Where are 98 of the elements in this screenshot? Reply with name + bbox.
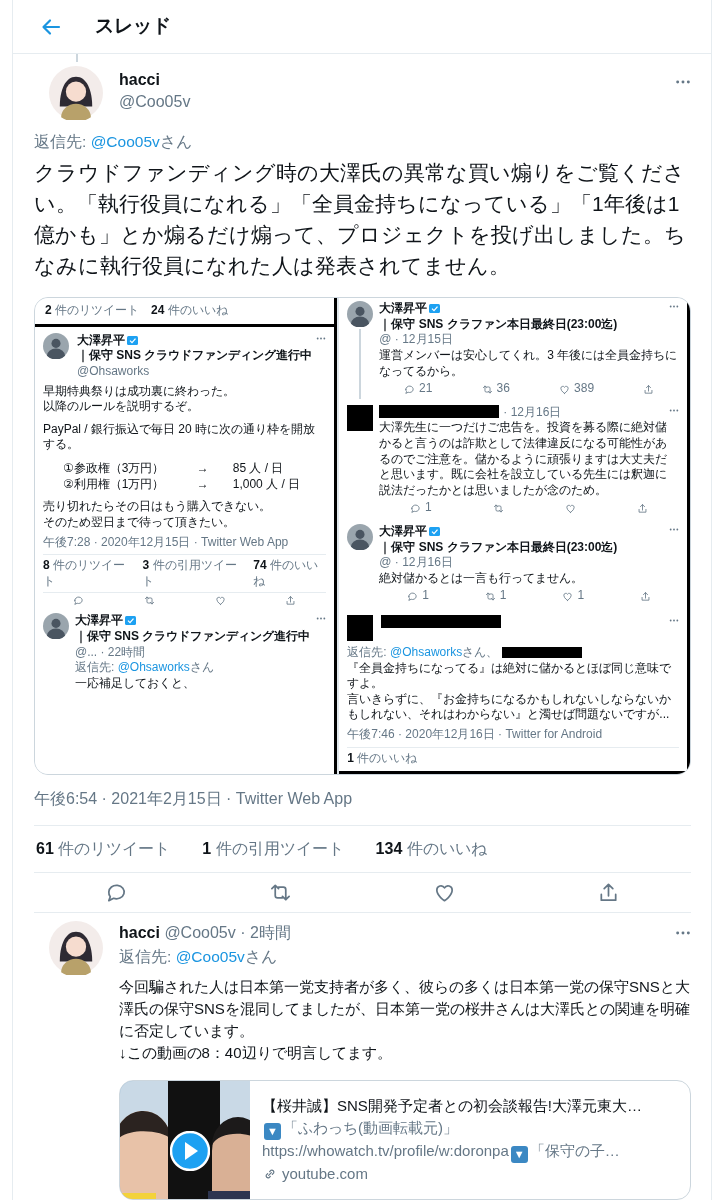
stat-text: 1 件の引用ツイート <box>202 839 344 860</box>
tweet-time: · 2時間 <box>240 924 291 942</box>
tweet-text-line: 売り切れたらその日はもう購入できない。 <box>43 499 272 515</box>
stat-text: 2 件のリツイート <box>45 303 140 319</box>
action-count: 36 <box>496 381 510 397</box>
author-handle: @Coo05v <box>164 924 236 942</box>
author-handle: @Coo05v <box>119 92 192 112</box>
avatar <box>49 921 103 976</box>
link-description: ▼ 「ふわっち(動画転載元)」 <box>262 1117 642 1141</box>
stat-text: 61 件のリツイート <box>36 839 171 860</box>
more-icon <box>316 335 327 341</box>
more-icon <box>669 304 679 310</box>
author-name: 大澤昇平 <box>77 332 125 347</box>
tweet-text-line: そのため翌日まで待って頂きたい。 <box>43 514 236 531</box>
tweet-text: 大澤先生に一つだけご忠告を。投資を募る際に絶対儲かると言うのは詐欺として法律違反になる可能性があるのでご注意を。儲かるように頑張りますは大丈夫だと思います。既に会社を設立している先生には釈迦に説法だったかとは思いましたが念のため。 <box>379 420 669 499</box>
reply-icon <box>403 383 415 395</box>
reply-icon <box>409 502 421 514</box>
author-handle: @Ohsaworks <box>77 364 151 380</box>
share-icon <box>643 383 655 395</box>
avatar <box>347 301 374 328</box>
tweet-text-line: 以降のルールを説明するぞ。 <box>43 399 200 415</box>
link-title: 【桜井誠】SNS開発予定者との初会談報告!大澤元東大… <box>262 1096 642 1117</box>
avatar <box>347 523 374 550</box>
action-count: 1 <box>499 588 507 604</box>
more-icon[interactable] <box>675 78 691 86</box>
tweet-text: 今回騙された人は日本第一党支持者が多く、彼らの多くは日本第一党の保守SNSと大澤氏の保守SNSを混同してましたが、日本第一党の桜井さんは大澤氏との関連を明確に否定しています。 ↓この動画の8：40辺りで明言してます。 <box>119 977 691 1064</box>
tweet-meta: @ · 12月15日 <box>379 332 453 349</box>
tweet-meta: @... · 22時間 <box>75 644 146 661</box>
stat-text: 1 件のいいね <box>347 750 418 767</box>
tweet-timestamp: 午後7:28 · 2020年12月15日 · Twitter Web App <box>43 534 290 551</box>
avatar <box>43 613 69 640</box>
heart-icon <box>214 595 226 607</box>
play-icon <box>170 1131 210 1172</box>
more-icon <box>669 526 679 532</box>
action-count: 1 <box>424 500 432 516</box>
tweet-text: 絶対儲かるとは一言も行ってません。 <box>379 570 585 587</box>
share-icon <box>640 590 651 602</box>
tweet-text-line: 早期特典祭りは成功裏に終わった。 <box>43 383 236 400</box>
heart-icon <box>562 590 574 602</box>
retweet-icon <box>143 595 155 607</box>
stat-text: 24 件のいいね <box>151 303 228 319</box>
redaction-block <box>347 614 374 641</box>
tweet-text: 運営メンバーは安心してくれ。3 年後には全員金持ちになってるから。 <box>379 348 679 380</box>
author-bio: ｜保守 SNS クラファン本日最終日(23:00迄) <box>379 316 618 333</box>
more-icon <box>316 616 327 622</box>
arrow-text: → <box>196 460 210 477</box>
author-name: 大澤昇平 <box>379 301 428 316</box>
stat-text: 134 件のいいね <box>375 839 487 860</box>
reply-to-text: 返信先: @Coo05vさん <box>119 947 278 968</box>
author-name: 大澤昇平 <box>379 523 428 538</box>
link-description: https://whowatch.tv/profile/w:doronpa ▼ 「保守の子… <box>262 1140 642 1164</box>
action-count: 1 <box>422 588 429 604</box>
redaction-block <box>347 404 374 431</box>
action-count: 389 <box>574 381 595 397</box>
reply-icon <box>407 590 419 602</box>
reply-to-text: 返信先: @Ohsaworksさん、 <box>347 644 499 661</box>
stat-text: 74 件のいいね <box>253 558 320 590</box>
more-icon <box>669 407 679 413</box>
reply-to-text: 返信先: @Coo05vさん <box>34 132 193 152</box>
tier-name: ②利用権（1万円） <box>63 476 166 493</box>
retweet-icon <box>481 383 493 395</box>
action-count: 1 <box>577 588 585 604</box>
arrow-text: → <box>196 476 210 493</box>
tier-quota: 1,000 人 / 日 <box>232 476 302 493</box>
author-name: 大澤昇平 <box>75 613 123 628</box>
author-name: hacci <box>119 924 160 942</box>
stat-text: 3 件の引用ツイート <box>142 558 238 590</box>
heart-icon <box>565 502 577 514</box>
action-count: 21 <box>418 381 433 397</box>
author-bio: ｜保守 SNS クラウドファンディング進行中 <box>77 348 313 365</box>
tweet-timestamp: 午後7:46 · 2020年12月16日 · Twitter for Android <box>347 726 604 743</box>
reply-icon <box>72 595 84 607</box>
tweet-meta: · 12月16日 <box>503 404 563 421</box>
page-title: スレッド <box>95 14 171 39</box>
stat-text: 8 件のリツイート <box>43 558 127 590</box>
retweet-icon <box>492 502 504 514</box>
heart-icon <box>559 383 571 395</box>
tweet-text-line: 『全員金持ちになってる』は絶対に儲かるとほぼ同じ意味ですよ。 <box>347 660 673 692</box>
reply-to-text: 返信先: @Ohsaworksさん <box>75 660 215 676</box>
avatar <box>49 66 103 120</box>
tier-quota: 85 人 / 日 <box>232 460 285 477</box>
tweet-text-line: 言いきらずに、『お金持ちになるかもしれないしならないかもしれない、それはわからない』と濁せば問題ないですが... <box>347 691 673 723</box>
author-name: hacci <box>119 70 161 90</box>
tier-name: ①参政権（3万円） <box>63 460 166 477</box>
tweet-text-line: PayPal / 銀行振込で毎日 20 時に次の通り枠を開放する。 <box>43 421 317 453</box>
link-domain: youtube.com <box>282 1164 368 1185</box>
more-icon <box>669 617 679 623</box>
retweet-icon <box>484 590 496 602</box>
link-card[interactable]: 【桜井誠】SNS開発予定者との初会談報告!大澤元東大… ▼ 「ふわっち(動画転載元)」 https://whowatch.tv/profile/w:doronpa ▼ 「保守の子… youtube.com <box>119 1080 691 1200</box>
author-bio: ｜保守 SNS クラファン本日最終日(23:00迄) <box>379 539 618 556</box>
tweet-text: クラウドファンディング時の大澤氏の異常な買い煽りをご覧ください。「執行役員になれる」「全員金持ちになっている」「1年後は1億かも」とか煽るだけ煽って、プロジェクトを投げ出しました。ちなみに執行役員になれた人は発表されてません。 <box>34 160 687 280</box>
share-icon <box>637 502 649 514</box>
tweet-text: 一応補足しておくと、 <box>75 675 196 692</box>
avatar <box>43 332 69 359</box>
tweet-meta: @ · 12月16日 <box>379 555 453 571</box>
author-bio: ｜保守 SNS クラウドファンディング進行中 <box>75 628 311 645</box>
tweet-timestamp: 午後6:54 · 2021年2月15日 · Twitter Web App <box>34 789 354 810</box>
share-icon <box>285 595 297 607</box>
